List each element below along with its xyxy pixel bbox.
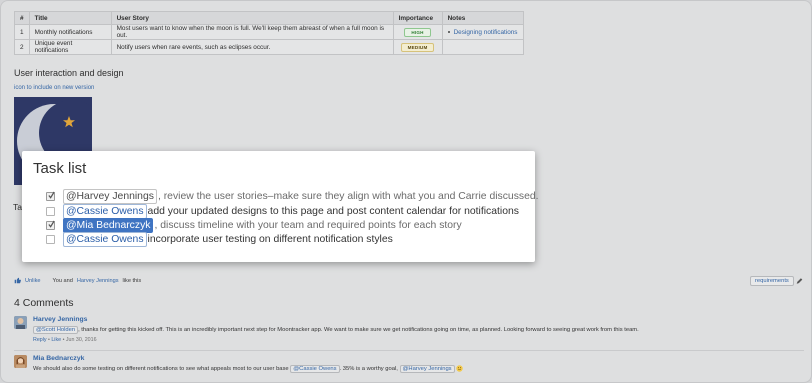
mention[interactable]: @Cassie Owens [290,365,340,374]
cell-title: Unique event notifications [28,39,112,55]
likes-suffix: like this [122,277,142,284]
table-header-row: # Title User Story Importance Notes [14,11,524,25]
like-row: Unlike You and Harvey Jennings like this [14,277,141,284]
task-checkbox[interactable] [46,235,55,244]
comment-author[interactable]: Harvey Jennings [33,316,803,323]
comment-author[interactable]: Mia Bednarczyk [33,355,803,362]
task-item: @Cassie Owens add your updated designs t… [46,204,519,219]
cell-num: 1 [14,24,30,40]
task-checkbox[interactable] [46,207,55,216]
cell-importance: MEDIUM [392,39,443,55]
table-row: 2 Unique event notifications Notify user… [14,39,524,55]
comment-body: Mia Bednarczyk We should also do some te… [33,355,803,374]
comment-text-body: We should also do some testing on differ… [33,366,289,373]
col-header-story: User Story [110,11,394,25]
pencil-icon[interactable] [796,277,803,285]
col-header-importance: Importance [392,11,443,25]
reply-link[interactable]: Reply [33,337,47,343]
notes-link[interactable]: Designing notifications [454,29,518,36]
task-checkbox-checked[interactable] [46,220,55,230]
comment-text: @Scott Holden, thanks for getting this k… [33,326,803,334]
task-item: @Mia Bednarczyk , discuss timeline with … [46,218,462,233]
bullet-icon [447,30,450,33]
comment-text: We should also do some testing on differ… [33,365,803,374]
cell-story: Notify users when rare events, such as e… [110,39,394,55]
cell-importance: HIGH [392,24,443,40]
task-item: @Cassie Owens incorporate user testing o… [46,232,393,247]
requirements-table: # Title User Story Importance Notes 1 Mo… [14,11,524,55]
mention[interactable]: @Harvey Jennings [399,365,455,374]
section-heading: User interaction and design [14,68,124,78]
task-text: incorporate user testing on different no… [147,234,393,245]
task-text: add your updated designs to this page an… [147,206,519,217]
col-header-num: # [14,11,30,25]
comments-heading: 4 Comments [14,297,74,309]
comment-divider [14,350,804,351]
page-frame: # Title User Story Importance Notes 1 Mo… [0,0,812,383]
comment-meta: Reply • Like • Jun 30, 2016 [33,337,803,343]
check-icon [48,220,55,228]
cell-notes: Designing notifications [441,24,524,40]
cell-title: Monthly notifications [28,24,112,40]
col-header-notes: Notes [441,11,524,25]
mention[interactable]: @Scott Holden [33,326,79,334]
avatar[interactable] [14,355,27,368]
like-link[interactable]: Like [51,337,61,343]
task-text: , review the user stories–make sure they… [157,191,539,202]
importance-badge-high: HIGH [404,27,431,37]
thumbs-up-icon[interactable] [14,277,21,284]
task-list-card: Task list @Harvey Jennings , review the … [22,151,539,262]
col-header-title: Title [28,11,112,25]
cell-num: 2 [14,39,30,55]
avatar[interactable] [14,316,27,329]
task-mention[interactable]: @Cassie Owens [63,232,147,247]
check-icon [48,191,55,199]
comment-body: Harvey Jennings @Scott Holden, thanks fo… [33,316,803,343]
comment-text-body: . 35% is a worthy goal, [339,366,398,373]
unlike-link[interactable]: Unlike [25,278,41,284]
icon-link[interactable]: icon to include on new version [14,85,94,91]
comment-text-body: , thanks for getting this kicked off. Th… [78,327,639,333]
table-row: 1 Monthly notifications Most users want … [14,24,524,40]
label-tag[interactable]: requirements [750,276,794,286]
likes-prefix: You and [52,277,73,284]
comment-date: Jun 30, 2016 [65,337,97,343]
cell-notes [441,39,524,55]
task-mention-current-user[interactable]: @Mia Bednarczyk [63,218,154,233]
importance-badge-medium: MEDIUM [400,42,435,52]
liker-link[interactable]: Harvey Jennings [77,278,119,284]
heading-fragment: Ta [13,202,23,212]
task-item: @Harvey Jennings , review the user stori… [46,189,539,204]
task-checkbox-checked[interactable] [46,191,55,201]
task-mention[interactable]: @Cassie Owens [63,204,147,219]
task-list-title: Task list [33,160,87,177]
task-text: , discuss timeline with your team and re… [154,220,462,231]
smiley-icon [456,365,463,372]
task-mention[interactable]: @Harvey Jennings [63,189,157,204]
cell-story: Most users want to know when the moon is… [110,24,394,40]
